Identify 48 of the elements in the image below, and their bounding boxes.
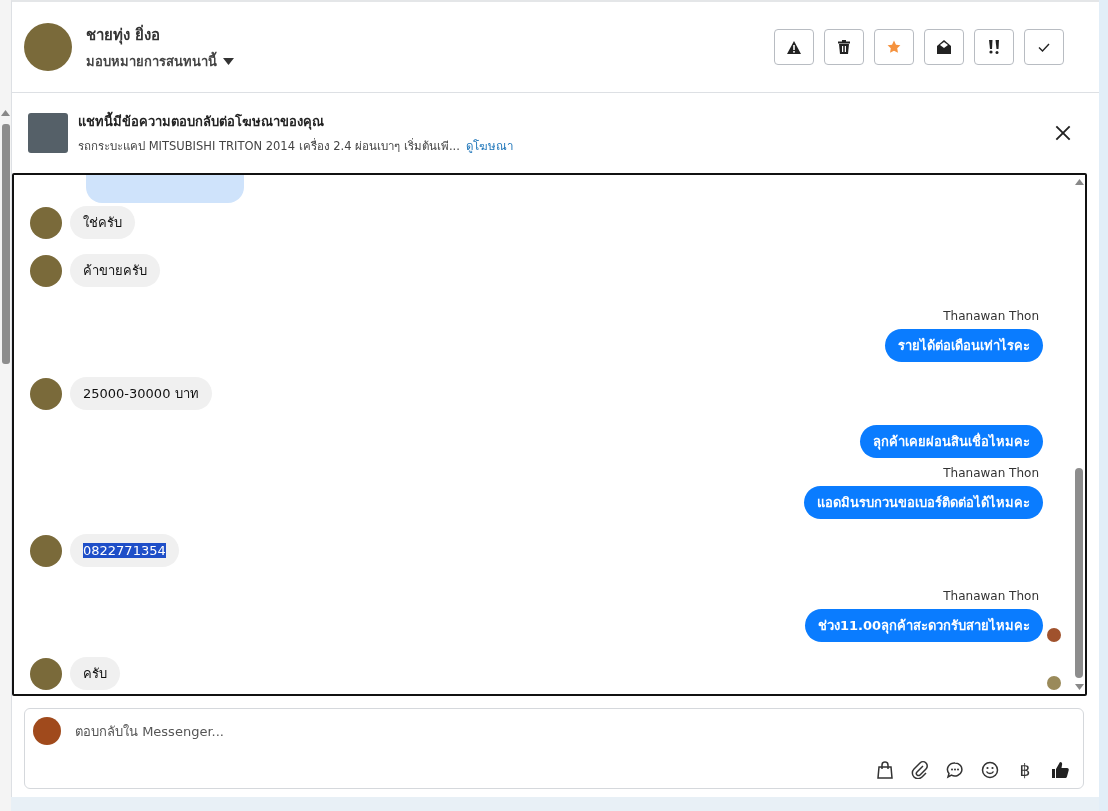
emoji-icon[interactable] [981, 761, 999, 779]
close-icon[interactable] [1055, 125, 1071, 141]
trash-icon [838, 40, 850, 54]
exclamation-icon [987, 40, 1001, 54]
ad-description: รถกระบะแคป MITSUBISHI TRITON 2014 เครื่อง 2.4 ผ่อนเบาๆ เริ่มต้นเพี... [78, 137, 460, 155]
delete-button[interactable] [824, 29, 864, 65]
payment-button[interactable]: ฿ [1016, 760, 1034, 780]
ad-thumbnail-photo [28, 113, 68, 153]
thumbs-up-icon[interactable] [1051, 761, 1069, 779]
sender-name: Thanawan Thon [942, 589, 1039, 603]
envelope-icon [937, 40, 951, 54]
message-bubble: ครับ [70, 657, 120, 690]
sender-avatar [30, 534, 62, 567]
sender-avatar [30, 206, 62, 239]
check-icon [1038, 42, 1050, 52]
shopping-bag-icon[interactable] [876, 761, 894, 779]
warning-icon [787, 40, 801, 54]
contact-avatar [24, 23, 72, 71]
scroll-up-icon[interactable] [1, 110, 10, 116]
sender-avatar [30, 377, 62, 410]
message-bubble: ลุกค้าเคยผ่อนสินเชื่อไหมคะ [860, 425, 1043, 458]
message-bubble: ช่วง11.00ลุกค้าสะดวกรับสายไหมคะ [804, 609, 1043, 642]
important-button[interactable] [974, 29, 1014, 65]
star-button[interactable] [874, 29, 914, 65]
sender-avatar [30, 657, 62, 690]
message-bubble: 0822771354 [70, 534, 179, 567]
sender-avatar [30, 254, 62, 287]
spam-button[interactable] [774, 29, 814, 65]
ad-reply-title: แชทนี้มีข้อความตอบกลับต่อโฆษณาของคุณ [78, 111, 1055, 132]
unread-button[interactable] [924, 29, 964, 65]
sender-name: Thanawan Thon [942, 309, 1039, 323]
page-avatar [33, 717, 61, 745]
message-bubble: ค้าขายครับ [70, 254, 160, 287]
contact-name: ชายทุ่ง ยิ่งอ [86, 23, 162, 47]
scrollbar-thumb[interactable] [1, 124, 10, 364]
scroll-down-icon[interactable] [1074, 684, 1084, 690]
scrollbar-thumb[interactable] [1075, 468, 1083, 678]
sender-name: Thanawan Thon [942, 466, 1039, 480]
assign-conversation-dropdown[interactable]: มอบหมายการสนทนานี้ [86, 50, 774, 72]
caret-icon [223, 57, 234, 65]
speech-bubble-icon[interactable] [946, 761, 964, 779]
message-bubble: รายได้ต่อเดือนเท่าไรคะ [885, 329, 1043, 362]
message-bubble: ใช่ครับ [70, 206, 135, 239]
scroll-up-icon[interactable] [1074, 179, 1084, 185]
message-bubble: แอดมินรบกวนขอเบอร์ติดต่อได้ไหมคะ [804, 486, 1043, 519]
view-ad-link[interactable]: ดูโฆษณา [465, 137, 513, 155]
paperclip-icon[interactable] [911, 761, 929, 779]
message-bubble: 25000-30000 บาท [70, 377, 212, 410]
